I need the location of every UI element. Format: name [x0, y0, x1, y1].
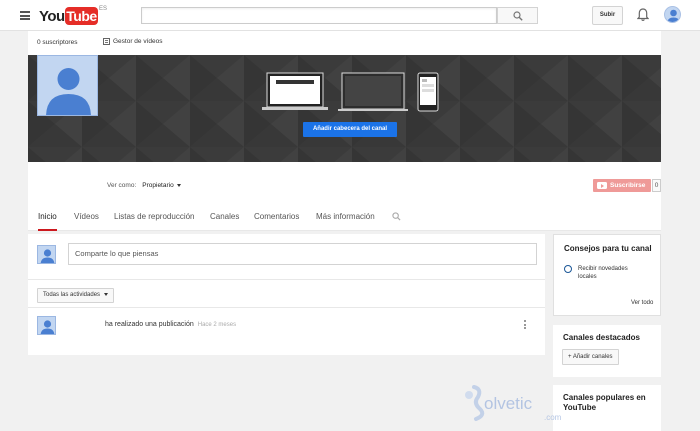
subscribe-label: Suscribirse	[610, 182, 646, 189]
channel-avatar[interactable]	[37, 55, 98, 116]
activity-filter-dropdown[interactable]: Todas las actividades	[37, 288, 115, 303]
popular-channels-card: Canales populares en YouTube	[553, 385, 661, 431]
video-manager-link[interactable]: Gestor de vídeos	[103, 38, 163, 45]
owner-row: Ver como: Propietario Suscribirse 0	[28, 162, 661, 202]
tab-channels[interactable]: Canales	[210, 212, 239, 221]
channel-tabs: Inicio Vídeos Listas de reproducción Can…	[28, 202, 661, 231]
add-channels-button[interactable]: + Añadir canales	[562, 349, 619, 365]
tab-inicio[interactable]: Inicio	[38, 212, 57, 231]
account-avatar[interactable]	[664, 6, 681, 23]
channel-subbar: 0 suscriptores Gestor de vídeos	[28, 31, 661, 55]
user-silhouette-icon	[40, 249, 55, 263]
radio-circle-icon	[564, 265, 572, 273]
featured-channels-title: Canales destacados	[563, 333, 640, 342]
more-options-icon[interactable]	[523, 320, 527, 330]
see-all-link[interactable]: Ver todo	[631, 300, 653, 306]
list-item: ha realizado una publicación Hace 2 meses	[28, 308, 545, 355]
search-input[interactable]	[141, 7, 497, 24]
post-action: ha realizado una publicación	[105, 321, 194, 328]
user-silhouette-icon	[667, 9, 680, 22]
subscribe-button[interactable]: Suscribirse	[593, 179, 651, 192]
logo-tube-text: Tube	[65, 7, 98, 25]
chevron-down-icon	[176, 183, 181, 187]
channel-tips-card: Consejos para tu canal Recibir novedades…	[553, 234, 661, 316]
video-manager-icon	[103, 38, 110, 45]
user-silhouette-icon	[46, 68, 91, 115]
activity-feed: Comparte lo que piensas Todas las activi…	[28, 234, 545, 355]
upload-button[interactable]: Subir	[592, 6, 623, 25]
menu-icon[interactable]	[20, 11, 30, 20]
device-preview-illustration	[262, 72, 439, 112]
tab-videos[interactable]: Vídeos	[74, 212, 99, 221]
avatar	[37, 245, 56, 264]
tab-about[interactable]: Más información	[316, 212, 375, 221]
notifications-bell-icon[interactable]	[637, 8, 649, 22]
subscriber-count-text: 0 suscriptores	[37, 39, 78, 46]
channel-banner: Añadir cabecera del canal	[28, 55, 661, 162]
popular-channels-title: Canales populares en YouTube	[563, 393, 646, 412]
tip-label: Recibir novedades locales	[578, 266, 628, 280]
channel-search-icon[interactable]	[392, 212, 401, 221]
post-timestamp: Hace 2 meses	[197, 322, 237, 328]
view-as-label: Ver como:	[107, 182, 137, 189]
youtube-play-icon	[597, 182, 607, 189]
chevron-down-icon	[104, 292, 109, 296]
post-text: ha realizado una publicación Hace 2 meses	[105, 321, 236, 328]
tab-playlists[interactable]: Listas de reproducción	[114, 212, 195, 221]
video-manager-label: Gestor de vídeos	[113, 38, 163, 46]
share-row: Comparte lo que piensas	[28, 234, 545, 280]
activity-filter-label: Todas las actividades	[43, 292, 101, 298]
user-silhouette-icon	[40, 320, 55, 334]
channel-tips-title: Consejos para tu canal	[564, 244, 652, 253]
featured-channels-card: Canales destacados + Añadir canales	[553, 325, 661, 377]
search-icon	[513, 11, 523, 21]
svg-text:olvetic: olvetic	[484, 394, 533, 413]
add-channel-art-button[interactable]: Añadir cabecera del canal	[303, 122, 397, 137]
masthead: You Tube ES Subir	[0, 0, 700, 31]
view-as-dropdown[interactable]: Propietario	[142, 182, 181, 189]
view-as-value: Propietario	[142, 182, 174, 189]
view-as-control: Ver como: Propietario	[107, 182, 181, 189]
channel-header: 0 suscriptores Gestor de vídeos Añadir c…	[28, 31, 661, 231]
subscriber-count-badge: 0	[652, 179, 661, 192]
tab-discussion[interactable]: Comentarios	[254, 212, 299, 221]
avatar[interactable]	[37, 316, 56, 335]
share-thoughts-input[interactable]: Comparte lo que piensas	[68, 243, 537, 265]
search-button[interactable]	[497, 7, 538, 24]
activity-filter-row: Todas las actividades	[28, 280, 545, 308]
logo-region: ES	[99, 6, 108, 12]
logo-you-text: You	[39, 8, 65, 25]
